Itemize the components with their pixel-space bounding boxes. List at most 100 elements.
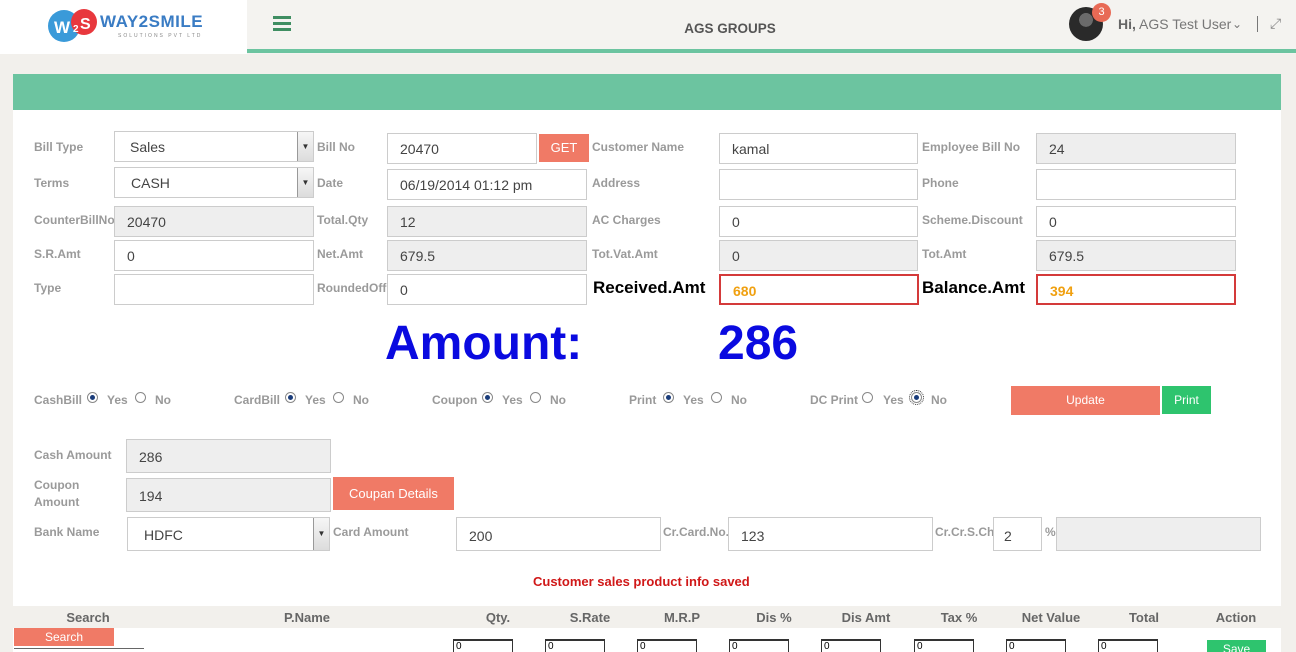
cashbill-yes-radio[interactable] — [87, 392, 98, 403]
bank-name-value: HDFC — [144, 527, 183, 543]
customer-name-label: Customer Name — [592, 140, 685, 154]
dc-print-yes-label: Yes — [883, 393, 904, 407]
dc-print-no-label: No — [931, 393, 947, 407]
dis-percent-input[interactable]: 0 — [729, 639, 789, 652]
logo-mark-icon: W 2 S — [48, 9, 97, 42]
bank-name-label: Bank Name — [34, 525, 100, 539]
scheme-discount-input[interactable]: 0 — [1036, 206, 1236, 237]
logo-text: WAY2SMILE — [100, 12, 204, 31]
balance-amt-input[interactable]: 394 — [1036, 274, 1236, 305]
print-yes-radio[interactable] — [663, 392, 674, 403]
cardbill-yes-label: Yes — [305, 393, 326, 407]
date-label: Date — [317, 176, 344, 190]
received-amt-input[interactable]: 680 — [719, 274, 919, 305]
terms-select[interactable]: CASH ▼ — [114, 167, 314, 198]
column-header-srate: S.Rate — [569, 610, 611, 625]
bank-name-select[interactable]: HDFC ▼ — [127, 517, 330, 551]
search-input[interactable] — [14, 648, 144, 652]
dc-print-no-radio[interactable] — [909, 390, 924, 405]
cardbill-yes-radio[interactable] — [285, 392, 296, 403]
card-amount-input[interactable]: 200 — [456, 517, 661, 551]
dc-print-yes-radio[interactable] — [862, 392, 873, 403]
address-input[interactable] — [719, 169, 918, 200]
search-button[interactable]: Search — [14, 628, 114, 646]
save-button[interactable]: Save — [1207, 640, 1266, 652]
coupon-details-button[interactable]: Coupan Details — [333, 477, 454, 510]
print-no-label: No — [731, 393, 747, 407]
column-header-search: Search — [66, 610, 110, 625]
bill-no-label: Bill No — [317, 140, 355, 154]
total-input[interactable]: 0 — [1098, 639, 1158, 652]
coupon-no-radio[interactable] — [530, 392, 541, 403]
top-header: W 2 S WAY2SMILE SOLUTIONS PVT LTD AGS GR… — [0, 0, 1296, 54]
cashbill-no-radio[interactable] — [135, 392, 146, 403]
tot-vat-amt-input[interactable]: 0 — [719, 240, 918, 271]
customer-name-input[interactable]: kamal — [719, 133, 918, 164]
column-header-dis-percent: Dis % — [756, 610, 792, 625]
net-amt-input[interactable]: 679.5 — [387, 240, 587, 271]
dc-print-label: DC Print — [810, 393, 858, 407]
column-header-pname: P.Name — [283, 610, 330, 625]
notification-badge[interactable]: 3 — [1092, 3, 1111, 22]
page-title: AGS GROUPS — [684, 21, 776, 36]
date-input[interactable]: 06/19/2014 01:12 pm — [387, 169, 587, 200]
percent-label: % — [1045, 525, 1056, 539]
counter-bill-no-input[interactable]: 20470 — [114, 206, 314, 237]
balance-amt-label: Balance.Amt — [922, 278, 1025, 297]
qty-input[interactable]: 0 — [453, 639, 513, 652]
amount-value: 286 — [718, 317, 799, 370]
column-header-net-value: Net Value — [1021, 610, 1081, 625]
received-amt-label: Received.Amt — [593, 278, 706, 297]
greet-prefix: Hi, — [1118, 16, 1136, 32]
type-label: Type — [34, 281, 62, 295]
column-header-action: Action — [1215, 610, 1257, 625]
address-label: Address — [592, 176, 641, 190]
mrp-input[interactable]: 0 — [637, 639, 697, 652]
card-charge-amount-input[interactable] — [1056, 517, 1261, 551]
net-amt-label: Net.Amt — [317, 247, 364, 261]
coupon-amount-input[interactable]: 194 — [126, 478, 331, 512]
total-qty-input[interactable]: 12 — [387, 206, 587, 237]
chevron-down-icon[interactable]: ⌄ — [1232, 17, 1242, 31]
employee-bill-no-label: Employee Bill No — [922, 140, 1021, 154]
rounded-off-input[interactable]: 0 — [387, 274, 587, 305]
cash-amount-input[interactable]: 286 — [126, 439, 331, 473]
logo[interactable]: W 2 S WAY2SMILE SOLUTIONS PVT LTD — [0, 0, 247, 54]
header-divider — [1257, 16, 1258, 32]
print-button[interactable]: Print — [1162, 386, 1211, 414]
cr-cr-s-ch-input[interactable]: 2 — [993, 517, 1042, 551]
column-header-mrp: M.R.P — [663, 610, 701, 625]
tot-vat-amt-label: Tot.Vat.Amt — [592, 247, 658, 261]
get-button[interactable]: GET — [539, 134, 589, 162]
column-header-total: Total — [1128, 610, 1160, 625]
user-name: AGS Test User — [1139, 16, 1232, 32]
coupon-amount-label-1: Coupon — [34, 478, 80, 492]
cardbill-label: CardBill — [234, 393, 281, 407]
employee-bill-no-input[interactable]: 24 — [1036, 133, 1236, 164]
coupon-yes-radio[interactable] — [482, 392, 493, 403]
srate-input[interactable]: 0 — [545, 639, 605, 652]
type-input[interactable] — [114, 274, 314, 305]
dis-amt-input[interactable]: 0 — [821, 639, 881, 652]
print-no-radio[interactable] — [711, 392, 722, 403]
update-button[interactable]: Update — [1011, 386, 1160, 415]
sr-amt-input[interactable]: 0 — [114, 240, 314, 271]
user-menu[interactable]: Hi, AGS Test User — [1118, 16, 1231, 32]
cr-card-no-input[interactable]: 123 — [728, 517, 933, 551]
cashbill-yes-label: Yes — [107, 393, 128, 407]
expand-icon[interactable]: ⤢ — [1270, 15, 1281, 32]
tot-amt-input[interactable]: 679.5 — [1036, 240, 1236, 271]
tax-percent-input[interactable]: 0 — [914, 639, 974, 652]
print-option-label: Print — [629, 393, 657, 407]
cr-card-no-label: Cr.Card.No. — [663, 525, 730, 539]
net-value-input[interactable]: 0 — [1006, 639, 1066, 652]
phone-input[interactable] — [1036, 169, 1236, 200]
phone-label: Phone — [922, 176, 959, 190]
bill-type-select[interactable]: Sales ▼ — [114, 131, 314, 162]
menu-icon[interactable] — [273, 16, 291, 31]
ac-charges-input[interactable]: 0 — [719, 206, 918, 237]
logo-subtext: SOLUTIONS PVT LTD — [118, 33, 203, 39]
bill-no-input[interactable]: 20470 — [387, 133, 537, 164]
cardbill-no-radio[interactable] — [333, 392, 344, 403]
svg-text:S: S — [80, 16, 91, 33]
